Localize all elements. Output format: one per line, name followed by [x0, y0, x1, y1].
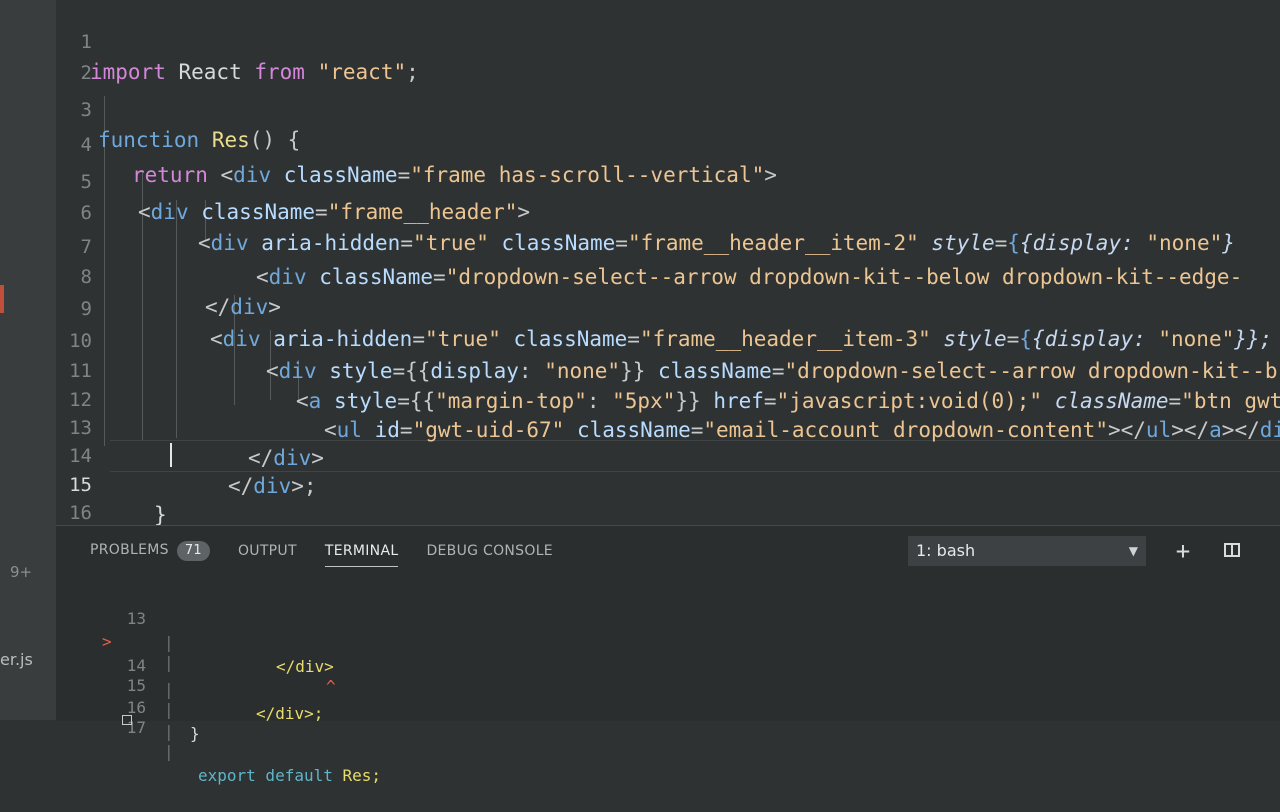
terminal-line-text: }	[190, 724, 200, 743]
tab-problems[interactable]: PROBLEMS 71	[90, 537, 210, 565]
tab-debug-console[interactable]: DEBUG CONSOLE	[426, 539, 553, 563]
code-line[interactable]: 2	[0, 28, 1280, 84]
code-line[interactable]: 8 </div>	[0, 232, 1280, 319]
tab-output[interactable]: OUTPUT	[238, 539, 297, 563]
sidebar-file-label[interactable]: er.js	[0, 650, 33, 669]
panel-tabs: PROBLEMS 71 OUTPUT TERMINAL DEBUG CONSOLE	[90, 534, 553, 568]
code-line[interactable]: 1 import React from "react";	[0, 0, 1280, 84]
code-line[interactable]: 10 <div style={{display: "none"}} classN…	[0, 296, 1280, 383]
chevron-down-icon: ▼	[1128, 544, 1138, 558]
code-line[interactable]: 13 </div>	[0, 383, 1280, 470]
split-box	[1224, 543, 1240, 557]
code-line[interactable]: 3 function Res() {	[0, 65, 1280, 152]
terminal-select[interactable]: 1: bash ▼	[908, 536, 1146, 566]
terminal-line: | ^	[56, 627, 1280, 696]
code-line[interactable]: 17 export default Res;	[0, 492, 1280, 522]
problems-count-badge[interactable]: 9+	[10, 563, 32, 581]
text-cursor	[170, 443, 172, 467]
terminal-gutter: |	[164, 742, 174, 761]
code-editor[interactable]: 1 import React from "react"; 2 3 functio…	[0, 0, 1280, 525]
terminal-line: 15 | }	[56, 650, 1280, 743]
code-line[interactable]: 12 <ul id="gwt-uid-67" className="email-…	[0, 355, 1280, 442]
code-line[interactable]: 14 </div>;	[0, 411, 1280, 498]
tab-label: PROBLEMS	[90, 542, 169, 558]
code-line[interactable]: 4 return <div className="frame has-scrol…	[0, 100, 1280, 187]
bottom-panel: PROBLEMS 71 OUTPUT TERMINAL DEBUG CONSOLE…	[56, 525, 1280, 785]
code-line[interactable]: 7 <div className="dropdown-select--arrow…	[0, 202, 1280, 289]
code-line[interactable]: 9 <div aria-hidden="true" className="fra…	[0, 264, 1280, 351]
code-line[interactable]: 5 <div className="frame__header">	[0, 137, 1280, 224]
terminal-select-value: 1: bash	[916, 541, 976, 560]
code-line[interactable]: 6 <div aria-hidden="true" className="fra…	[0, 168, 1280, 255]
tab-terminal[interactable]: TERMINAL	[324, 539, 399, 567]
plus-icon[interactable]: +	[1168, 536, 1198, 566]
terminal-line: 17 | export default Res;	[56, 692, 1280, 785]
split-terminal-icon[interactable]	[1218, 536, 1248, 566]
code-line[interactable]: 15 }	[0, 440, 1280, 525]
status-square-icon	[122, 715, 132, 725]
code-line[interactable]: 11 <a style={{"margin-top": "5px"}} href…	[0, 326, 1280, 413]
problems-badge: 71	[176, 541, 210, 561]
terminal-line: 13 | </div>	[56, 583, 1280, 676]
terminal-line-text: export default Res;	[198, 766, 382, 785]
